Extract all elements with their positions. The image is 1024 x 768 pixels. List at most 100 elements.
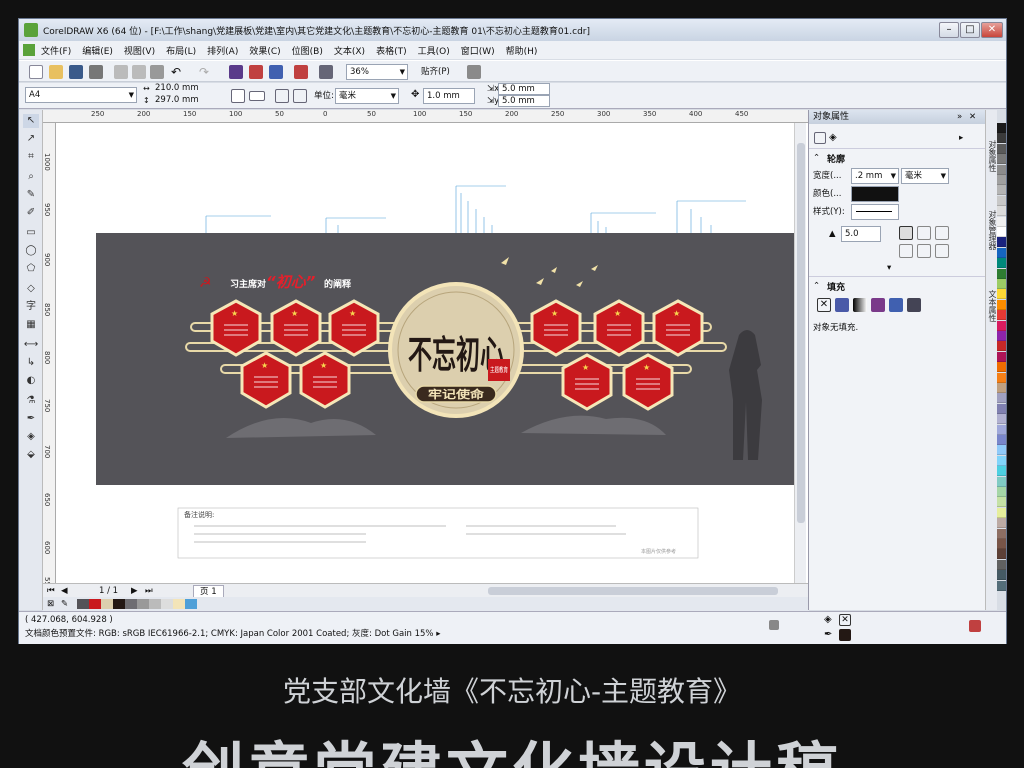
duplicate-x-field[interactable]: 5.0 mm — [498, 83, 550, 95]
color-palette[interactable] — [997, 123, 1006, 593]
color-swatch[interactable] — [997, 175, 1006, 185]
color-swatch[interactable] — [997, 299, 1006, 310]
color-swatch[interactable] — [997, 476, 1006, 487]
color-swatch[interactable] — [997, 455, 1006, 466]
vertical-scrollbar[interactable] — [794, 123, 806, 593]
next-page-icon[interactable]: ▶ — [131, 585, 138, 597]
color-swatch[interactable] — [997, 570, 1006, 581]
color-swatch[interactable] — [997, 247, 1006, 258]
color-swatch[interactable] — [997, 227, 1006, 237]
color-swatch[interactable] — [997, 268, 1006, 279]
artistic-media-icon[interactable]: ✐ — [23, 206, 39, 220]
color-swatch[interactable] — [997, 466, 1006, 477]
cut-icon[interactable] — [114, 65, 128, 79]
outline-collapse-icon[interactable]: ⌃ — [813, 152, 820, 164]
basic-shapes-icon[interactable]: ◇ — [23, 282, 39, 296]
uniform-fill-icon[interactable] — [835, 298, 849, 312]
butt-cap-icon[interactable] — [899, 244, 913, 258]
fill-collapse-icon[interactable]: ⌃ — [813, 280, 820, 292]
color-swatch[interactable] — [997, 518, 1006, 529]
menu-table[interactable]: 表格(T) — [376, 44, 407, 57]
menu-tools[interactable]: 工具(O) — [418, 44, 450, 57]
color-swatch[interactable] — [997, 279, 1006, 289]
zoom-level-select[interactable]: 36% ▼ — [346, 64, 408, 80]
color-swatch[interactable] — [997, 258, 1006, 269]
color-swatch[interactable] — [997, 528, 1006, 539]
square-cap-icon[interactable] — [935, 244, 949, 258]
outline-tab-icon[interactable] — [814, 132, 826, 144]
menu-edit[interactable]: 编辑(E) — [82, 44, 113, 57]
menu-arrange[interactable]: 排列(A) — [207, 44, 238, 57]
color-swatch[interactable] — [997, 237, 1006, 248]
palette-swatches[interactable] — [77, 599, 197, 609]
color-swatch[interactable] — [997, 424, 1006, 435]
docker-collapse-icon[interactable]: » — [957, 111, 962, 123]
outline-tool-icon[interactable]: ✒ — [23, 412, 39, 426]
menu-view[interactable]: 视图(V) — [124, 44, 155, 57]
color-swatch[interactable] — [997, 216, 1006, 227]
interactive-fill-icon[interactable]: ⬙ — [23, 448, 39, 462]
menu-help[interactable]: 帮助(H) — [506, 44, 538, 57]
vertical-scroll-thumb[interactable] — [797, 143, 805, 523]
outline-style-select[interactable] — [851, 204, 899, 220]
ellipse-tool-icon[interactable]: ◯ — [23, 244, 39, 258]
bitmap-pattern-icon[interactable] — [889, 298, 903, 312]
color-swatch[interactable] — [997, 383, 1006, 393]
menu-window[interactable]: 窗口(W) — [461, 44, 495, 57]
current-page-icon[interactable] — [293, 89, 307, 103]
color-swatch[interactable] — [997, 487, 1006, 497]
color-swatch[interactable] — [997, 372, 1006, 383]
color-swatch[interactable] — [997, 435, 1006, 445]
color-swatch[interactable] — [997, 289, 1006, 300]
maximize-button[interactable]: □ — [960, 22, 980, 38]
color-swatch[interactable] — [997, 414, 1006, 425]
color-swatch[interactable] — [997, 123, 1006, 133]
nudge-distance-field[interactable]: 1.0 mm — [423, 88, 475, 104]
outline-more-icon[interactable]: ▾ — [887, 262, 891, 274]
outline-width-select[interactable]: .2 mm ▼ — [851, 168, 899, 184]
texture-fill-icon[interactable] — [907, 298, 921, 312]
vector-pattern-icon[interactable] — [871, 298, 885, 312]
app-launcher-icon[interactable] — [319, 65, 333, 79]
bevel-join-icon[interactable] — [935, 226, 949, 240]
options-icon[interactable] — [467, 65, 481, 79]
drawing-canvas[interactable]: ★ ★ ★ ★ ★ ★ ★ ★ ★ ★ 不忘初心 主题教育 牢记使命 ☭ 习主席… — [56, 123, 809, 593]
color-swatch[interactable] — [997, 362, 1006, 373]
color-swatch[interactable] — [997, 497, 1006, 508]
menu-text[interactable]: 文本(X) — [334, 44, 365, 57]
search-content-icon[interactable] — [229, 65, 243, 79]
fountain-fill-icon[interactable] — [853, 298, 867, 312]
freehand-tool-icon[interactable]: ✎ — [23, 188, 39, 202]
first-page-icon[interactable]: ⏮ — [47, 585, 55, 597]
dimension-tool-icon[interactable]: ⟷ — [23, 338, 39, 352]
polygon-tool-icon[interactable]: ⬠ — [23, 262, 39, 276]
undo-icon[interactable]: ↶ — [171, 65, 185, 79]
fill-tool-icon[interactable]: ◈ — [23, 430, 39, 444]
portrait-icon[interactable] — [231, 89, 245, 103]
page-height-field[interactable]: 297.0 mm — [152, 95, 204, 107]
docker-menu-icon[interactable]: ▸ — [959, 132, 963, 144]
color-swatch[interactable] — [997, 559, 1006, 570]
text-tool-icon[interactable]: 字 — [23, 300, 39, 314]
color-swatch[interactable] — [997, 185, 1006, 196]
duplicate-y-field[interactable]: 5.0 mm — [498, 95, 550, 107]
menu-effects[interactable]: 效果(C) — [249, 44, 280, 57]
color-swatch[interactable] — [997, 331, 1006, 341]
crop-tool-icon[interactable]: ⌗ — [23, 150, 39, 164]
print-icon[interactable] — [89, 65, 103, 79]
round-cap-icon[interactable] — [917, 244, 931, 258]
new-icon[interactable] — [29, 65, 43, 79]
no-color-icon[interactable]: ⊠ — [47, 598, 54, 610]
docker-close-icon[interactable]: ✕ — [969, 111, 976, 123]
color-swatch[interactable] — [997, 341, 1006, 352]
close-button[interactable]: ✕ — [981, 22, 1003, 38]
round-join-icon[interactable] — [917, 226, 931, 240]
landscape-icon[interactable] — [249, 91, 265, 101]
page-width-field[interactable]: 210.0 mm — [152, 83, 204, 95]
color-swatch[interactable] — [997, 549, 1006, 560]
blend-tool-icon[interactable]: ◐ — [23, 374, 39, 388]
color-swatch[interactable] — [997, 143, 1006, 154]
color-swatch[interactable] — [997, 580, 1006, 591]
color-swatch[interactable] — [997, 320, 1006, 331]
last-page-icon[interactable]: ⏭ — [145, 585, 153, 597]
